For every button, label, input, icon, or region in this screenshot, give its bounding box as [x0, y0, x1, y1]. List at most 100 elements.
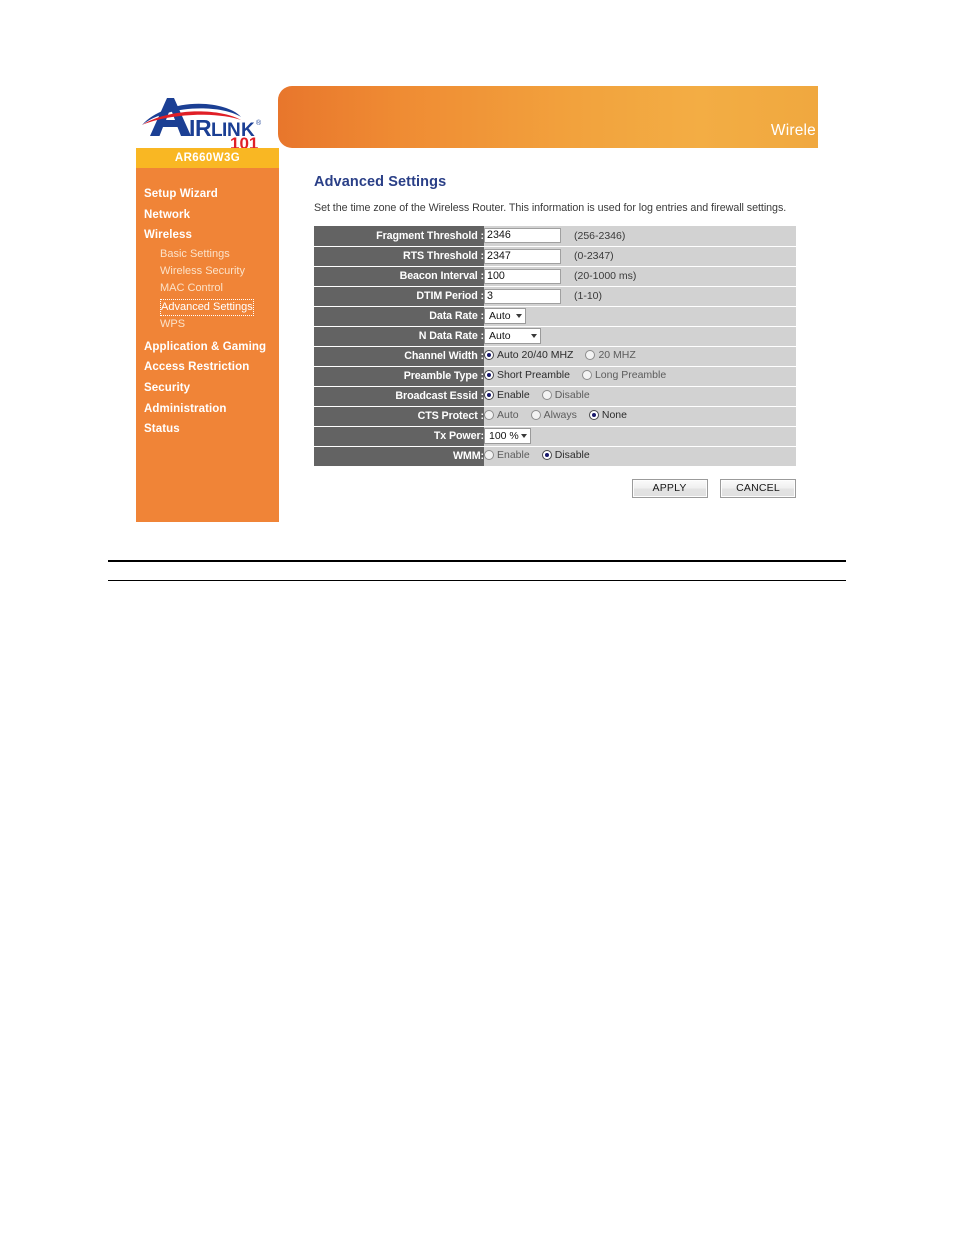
header-banner: Wirele — [278, 86, 818, 148]
radio-icon — [541, 390, 552, 400]
sidebar-item-basic-settings[interactable]: Basic Settings — [136, 246, 279, 263]
sidebar-item-administration[interactable]: Administration — [136, 399, 279, 420]
page-title: Advanced Settings — [314, 174, 447, 190]
wmm-option-enable[interactable]: Enable — [484, 449, 530, 461]
sidebar-item-label: Security — [144, 381, 191, 394]
form-row-broadcast-essid: Broadcast Essid : Enable Disable — [314, 386, 796, 407]
tx-power-select[interactable]: 100 % — [484, 428, 531, 444]
broadcast-essid-option-disable[interactable]: Disable — [541, 389, 590, 401]
sidebar-item-label: Setup Wizard — [144, 188, 218, 200]
option-label: Long Preamble — [594, 369, 667, 381]
sidebar-item-network[interactable]: Network — [136, 205, 279, 226]
beacon-interval-input[interactable] — [484, 268, 561, 284]
chevron-down-icon — [521, 434, 527, 438]
sidebar-item-security[interactable]: Security — [136, 378, 279, 399]
cts-protect-radio-group: Auto Always None — [484, 409, 627, 421]
cts-protect-option-auto[interactable]: Auto — [484, 409, 519, 421]
sidebar-item-advanced-settings-wrap: Advanced Settings — [136, 297, 279, 316]
sidebar-item-label: Access Restriction — [144, 361, 250, 374]
sidebar-item-advanced-settings[interactable]: Advanced Settings — [160, 298, 254, 316]
sidebar-item-wps[interactable]: WPS — [136, 316, 279, 333]
sidebar-nav: Setup Wizard Network Wireless Basic Sett… — [136, 168, 279, 440]
radio-icon — [484, 350, 494, 360]
form-row-tx-power: Tx Power: 100 % — [314, 426, 796, 447]
dtim-period-input[interactable] — [484, 288, 561, 304]
wmm-option-disable[interactable]: Disable — [541, 449, 590, 462]
broadcast-essid-option-enable[interactable]: Enable — [484, 389, 530, 401]
header-banner-title: Wirele — [770, 122, 816, 139]
row-hint: (256-2346) — [573, 229, 626, 242]
channel-width-option-20mhz[interactable]: 20 MHZ — [585, 349, 636, 361]
option-label: Disable — [554, 449, 590, 462]
tx-power-value: 100 % — [489, 430, 519, 442]
svg-text:R: R — [195, 115, 212, 141]
form-row-dtim-period: DTIM Period : (1-10) — [314, 286, 796, 307]
apply-button[interactable]: APPLY — [631, 479, 708, 498]
option-label: Auto 20/40 MHZ — [497, 349, 574, 361]
row-label: Tx Power: — [314, 426, 484, 447]
row-value: (20-1000 ms) — [484, 266, 796, 287]
cancel-button[interactable]: CANCEL — [720, 479, 796, 498]
row-value: (0-2347) — [484, 246, 796, 267]
sidebar-item-application-gaming[interactable]: Application & Gaming — [136, 337, 279, 358]
option-label: None — [601, 409, 627, 421]
model-banner: AR660W3G — [136, 148, 279, 168]
row-value: Auto Always None — [484, 406, 796, 427]
preamble-type-radio-group: Short Preamble Long Preamble — [484, 369, 666, 381]
preamble-type-option-short[interactable]: Short Preamble — [484, 369, 570, 381]
cts-protect-option-always[interactable]: Always — [530, 409, 577, 421]
sidebar-item-access-restriction[interactable]: Access Restriction — [136, 357, 279, 378]
radio-icon — [484, 450, 494, 461]
fragment-threshold-input[interactable] — [484, 228, 561, 244]
sidebar: AR660W3G Setup Wizard Network Wireless B… — [136, 148, 279, 522]
row-hint: (20-1000 ms) — [573, 270, 637, 282]
radio-icon — [585, 350, 596, 360]
data-rate-value: Auto — [489, 310, 511, 322]
cts-protect-option-none[interactable]: None — [588, 409, 627, 421]
option-label: Enable — [497, 449, 530, 462]
sidebar-item-wireless-security[interactable]: Wireless Security — [136, 263, 279, 280]
form-row-fragment-threshold: Fragment Threshold : (256-2346) — [314, 226, 796, 247]
svg-text:®: ® — [256, 119, 262, 127]
row-hint: (1-10) — [573, 290, 602, 302]
sidebar-item-label: Status — [144, 423, 180, 436]
sidebar-item-status[interactable]: Status — [136, 419, 279, 440]
sidebar-item-label: Administration — [144, 402, 227, 415]
form-row-data-rate: Data Rate : Auto — [314, 306, 796, 327]
sidebar-item-wireless[interactable]: Wireless — [136, 225, 279, 246]
row-value: Short Preamble Long Preamble — [484, 366, 796, 387]
radio-icon — [541, 450, 552, 461]
row-value: Enable Disable — [484, 386, 796, 407]
form-row-rts-threshold: RTS Threshold : (0-2347) — [314, 246, 796, 267]
form-row-cts-protect: CTS Protect : Auto Always None — [314, 406, 796, 427]
model-name: AR660W3G — [174, 152, 241, 164]
sidebar-item-label: Basic Settings — [160, 247, 230, 260]
form-actions: APPLY CANCEL — [314, 478, 796, 498]
sidebar-item-label: Advanced Settings — [161, 300, 253, 313]
channel-width-radio-group: Auto 20/40 MHZ 20 MHZ — [484, 349, 636, 361]
preamble-type-option-long[interactable]: Long Preamble — [581, 369, 667, 381]
row-label: Broadcast Essid : — [314, 386, 484, 407]
option-label: Short Preamble — [497, 369, 570, 381]
sidebar-item-mac-control[interactable]: MAC Control — [136, 280, 279, 297]
router-admin-ui: Wirele I R L I N K ® 101 AR660W3G Setup … — [136, 86, 818, 522]
form-row-channel-width: Channel Width : Auto 20/40 MHZ 20 MHZ — [314, 346, 796, 367]
sidebar-item-label: Wireless Security — [160, 264, 245, 277]
radio-icon — [588, 410, 599, 420]
channel-width-option-auto[interactable]: Auto 20/40 MHZ — [484, 349, 573, 361]
sidebar-item-setup-wizard[interactable]: Setup Wizard — [136, 184, 279, 205]
broadcast-essid-radio-group: Enable Disable — [484, 389, 590, 401]
n-data-rate-select[interactable]: Auto — [484, 328, 541, 344]
row-label: Beacon Interval : — [314, 266, 484, 287]
advanced-settings-form: Fragment Threshold : (256-2346) RTS Thre… — [314, 226, 796, 466]
row-value: Auto — [484, 326, 796, 347]
form-row-wmm: WMM: Enable Disable — [314, 446, 796, 466]
rts-threshold-input[interactable] — [484, 248, 561, 264]
sidebar-item-label: MAC Control — [160, 281, 223, 294]
radio-icon — [484, 390, 494, 400]
data-rate-select[interactable]: Auto — [484, 308, 526, 324]
main-content: Advanced Settings Set the time zone of t… — [314, 174, 818, 498]
form-row-preamble-type: Preamble Type : Short Preamble Long Prea… — [314, 366, 796, 387]
row-value: Auto 20/40 MHZ 20 MHZ — [484, 346, 796, 367]
row-label: DTIM Period : — [314, 286, 484, 307]
